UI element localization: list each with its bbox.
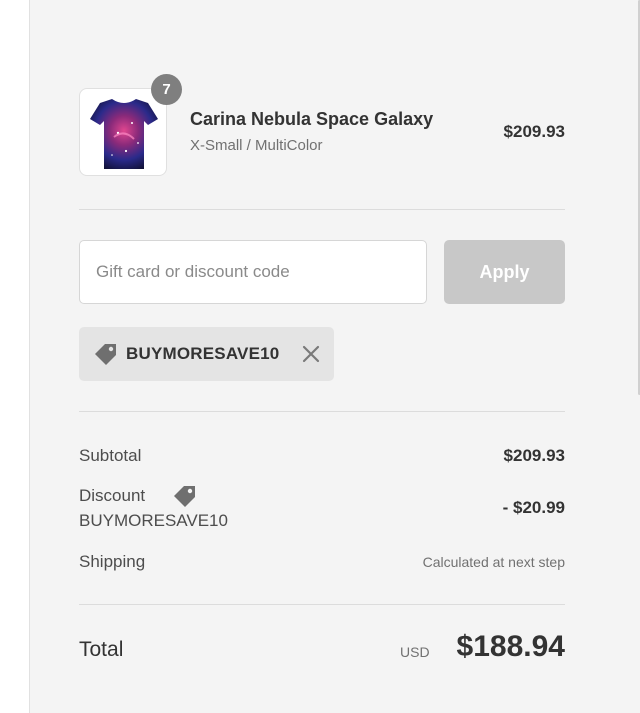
discount-code-input[interactable] — [79, 240, 427, 304]
total-label: Total — [79, 638, 124, 661]
product-thumbnail — [79, 88, 167, 176]
quantity-badge: 7 — [151, 74, 182, 105]
divider — [79, 604, 565, 605]
discount-label: Discount — [79, 486, 146, 505]
divider — [79, 209, 565, 210]
tag-icon — [174, 486, 195, 507]
apply-button[interactable]: Apply — [444, 240, 565, 304]
currency-code: USD — [400, 644, 430, 660]
subtotal-value: $209.93 — [503, 446, 565, 465]
product-price: $209.93 — [503, 122, 565, 141]
product-name: Carina Nebula Space Galaxy — [190, 109, 434, 129]
discount-value: - $20.99 — [502, 498, 565, 517]
applied-discount-code: BUYMORESAVE10 — [126, 344, 280, 363]
divider — [79, 411, 565, 412]
subtotal-label: Subtotal — [79, 446, 142, 465]
tshirt-image — [90, 99, 158, 169]
shipping-label: Shipping — [79, 552, 146, 571]
shipping-value: Calculated at next step — [422, 554, 565, 570]
total-amount: $188.94 — [456, 630, 565, 663]
product-variant: X-Small / MultiColor — [190, 137, 323, 154]
tag-icon — [95, 344, 116, 365]
close-icon[interactable] — [300, 343, 322, 365]
discount-code-label: BUYMORESAVE10 — [79, 511, 228, 530]
applied-discount-chip: BUYMORESAVE10 — [79, 327, 334, 381]
